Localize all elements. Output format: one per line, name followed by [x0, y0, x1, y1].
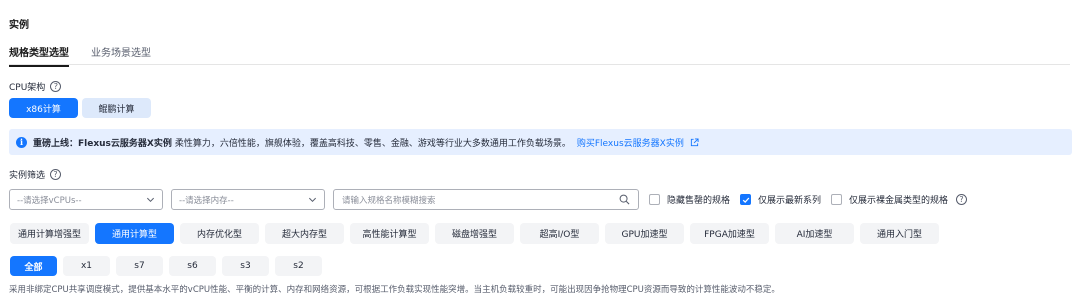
type-disk-enhanced[interactable]: 磁盘增强型 — [435, 223, 514, 244]
info-icon: i — [16, 136, 27, 148]
cpu-arch-label: CPU架构 — [9, 83, 46, 93]
cpu-arch-options: x86计算 鲲鹏计算 — [9, 98, 151, 118]
chevron-down-icon — [308, 197, 317, 203]
type-large-memory[interactable]: 超大内存型 — [265, 223, 344, 244]
type-general-enhanced[interactable]: 通用计算增强型 — [10, 223, 89, 244]
bare-metal-checkbox[interactable]: 仅展示裸金属类型的规格 — [831, 193, 948, 206]
checkbox-box[interactable] — [649, 194, 660, 205]
notice-title: 重磅上线：Flexus云服务器X实例 — [33, 138, 172, 149]
latest-series-checkbox[interactable]: 仅展示最新系列 — [740, 193, 821, 206]
tabs-divider — [9, 64, 1070, 65]
type-ultra-io[interactable]: 超高I/O型 — [520, 223, 599, 244]
notice-link[interactable]: 购买Flexus云服务器X实例 — [577, 136, 684, 149]
external-link-icon — [690, 137, 699, 146]
section-title: 实例 — [9, 20, 29, 31]
spec-search-input[interactable]: 请输入规格名称模糊搜索 — [333, 189, 639, 210]
series-s6[interactable]: s6 — [169, 256, 216, 276]
help-icon[interactable]: ? — [50, 169, 62, 180]
help-icon[interactable]: ? — [956, 194, 968, 205]
vcpu-select[interactable]: --请选择vCPUs-- — [9, 189, 163, 210]
checkbox-box[interactable] — [831, 194, 843, 205]
bare-metal-label: 仅展示裸金属类型的规格 — [849, 196, 949, 206]
series-s3[interactable]: s3 — [222, 256, 269, 276]
latest-series-label: 仅展示最新系列 — [758, 196, 822, 206]
series-s2[interactable]: s2 — [275, 256, 322, 276]
memory-select[interactable]: --请选择内存-- — [171, 189, 325, 210]
type-gpu[interactable]: GPU加速型 — [605, 223, 684, 244]
filter-label-row: 实例筛选 ? — [9, 168, 62, 181]
search-icon[interactable] — [619, 194, 630, 205]
vcpu-select-placeholder: --请选择vCPUs-- — [17, 195, 82, 206]
series-x1[interactable]: x1 — [63, 256, 110, 276]
filter-label: 实例筛选 — [9, 171, 46, 181]
search-placeholder: 请输入规格名称模糊搜索 — [342, 195, 436, 206]
hide-sold-out-label: 隐藏售罄的规格 — [667, 196, 731, 206]
instance-type-options: 通用计算增强型 通用计算型 内存优化型 超大内存型 高性能计算型 磁盘增强型 超… — [10, 223, 939, 244]
check-icon — [742, 197, 749, 203]
series-s7[interactable]: s7 — [116, 256, 163, 276]
notice-banner: i 重磅上线：Flexus云服务器X实例 柔性算力，六倍性能，旗舰体验，覆盖高科… — [9, 129, 1072, 155]
hide-sold-out-checkbox[interactable]: 隐藏售罄的规格 — [649, 193, 730, 206]
chevron-down-icon — [146, 197, 155, 203]
checkbox-box[interactable] — [740, 194, 752, 205]
notice-link-wrap[interactable]: 购买Flexus云服务器X实例 — [577, 136, 699, 149]
series-options: 全部 x1 s7 s6 s3 s2 — [10, 256, 322, 276]
notice-text: 柔性算力，六倍性能，旗舰体验，覆盖高科技、零售、金融、游戏等行业大多数通用工作负… — [174, 138, 571, 149]
type-memory-optimized[interactable]: 内存优化型 — [180, 223, 259, 244]
type-entry[interactable]: 通用入门型 — [860, 223, 939, 244]
memory-select-placeholder: --请选择内存-- — [179, 195, 234, 206]
cpu-arch-label-row: CPU架构 ? — [9, 80, 62, 93]
series-description: 采用非绑定CPU共享调度模式，提供基本水平的vCPU性能、平衡的计算、内存和网络… — [9, 285, 780, 295]
type-ai[interactable]: AI加速型 — [775, 223, 854, 244]
arch-option-x86[interactable]: x86计算 — [9, 98, 78, 118]
help-icon[interactable]: ? — [50, 81, 62, 92]
type-general[interactable]: 通用计算型 — [95, 223, 174, 244]
type-hpc[interactable]: 高性能计算型 — [350, 223, 429, 244]
type-fpga[interactable]: FPGA加速型 — [690, 223, 769, 244]
series-all[interactable]: 全部 — [10, 256, 57, 276]
arch-option-kunpeng[interactable]: 鲲鹏计算 — [82, 98, 151, 118]
filter-row: --请选择vCPUs-- --请选择内存-- 请输入规格名称模糊搜索 隐藏售罄的… — [9, 189, 968, 210]
